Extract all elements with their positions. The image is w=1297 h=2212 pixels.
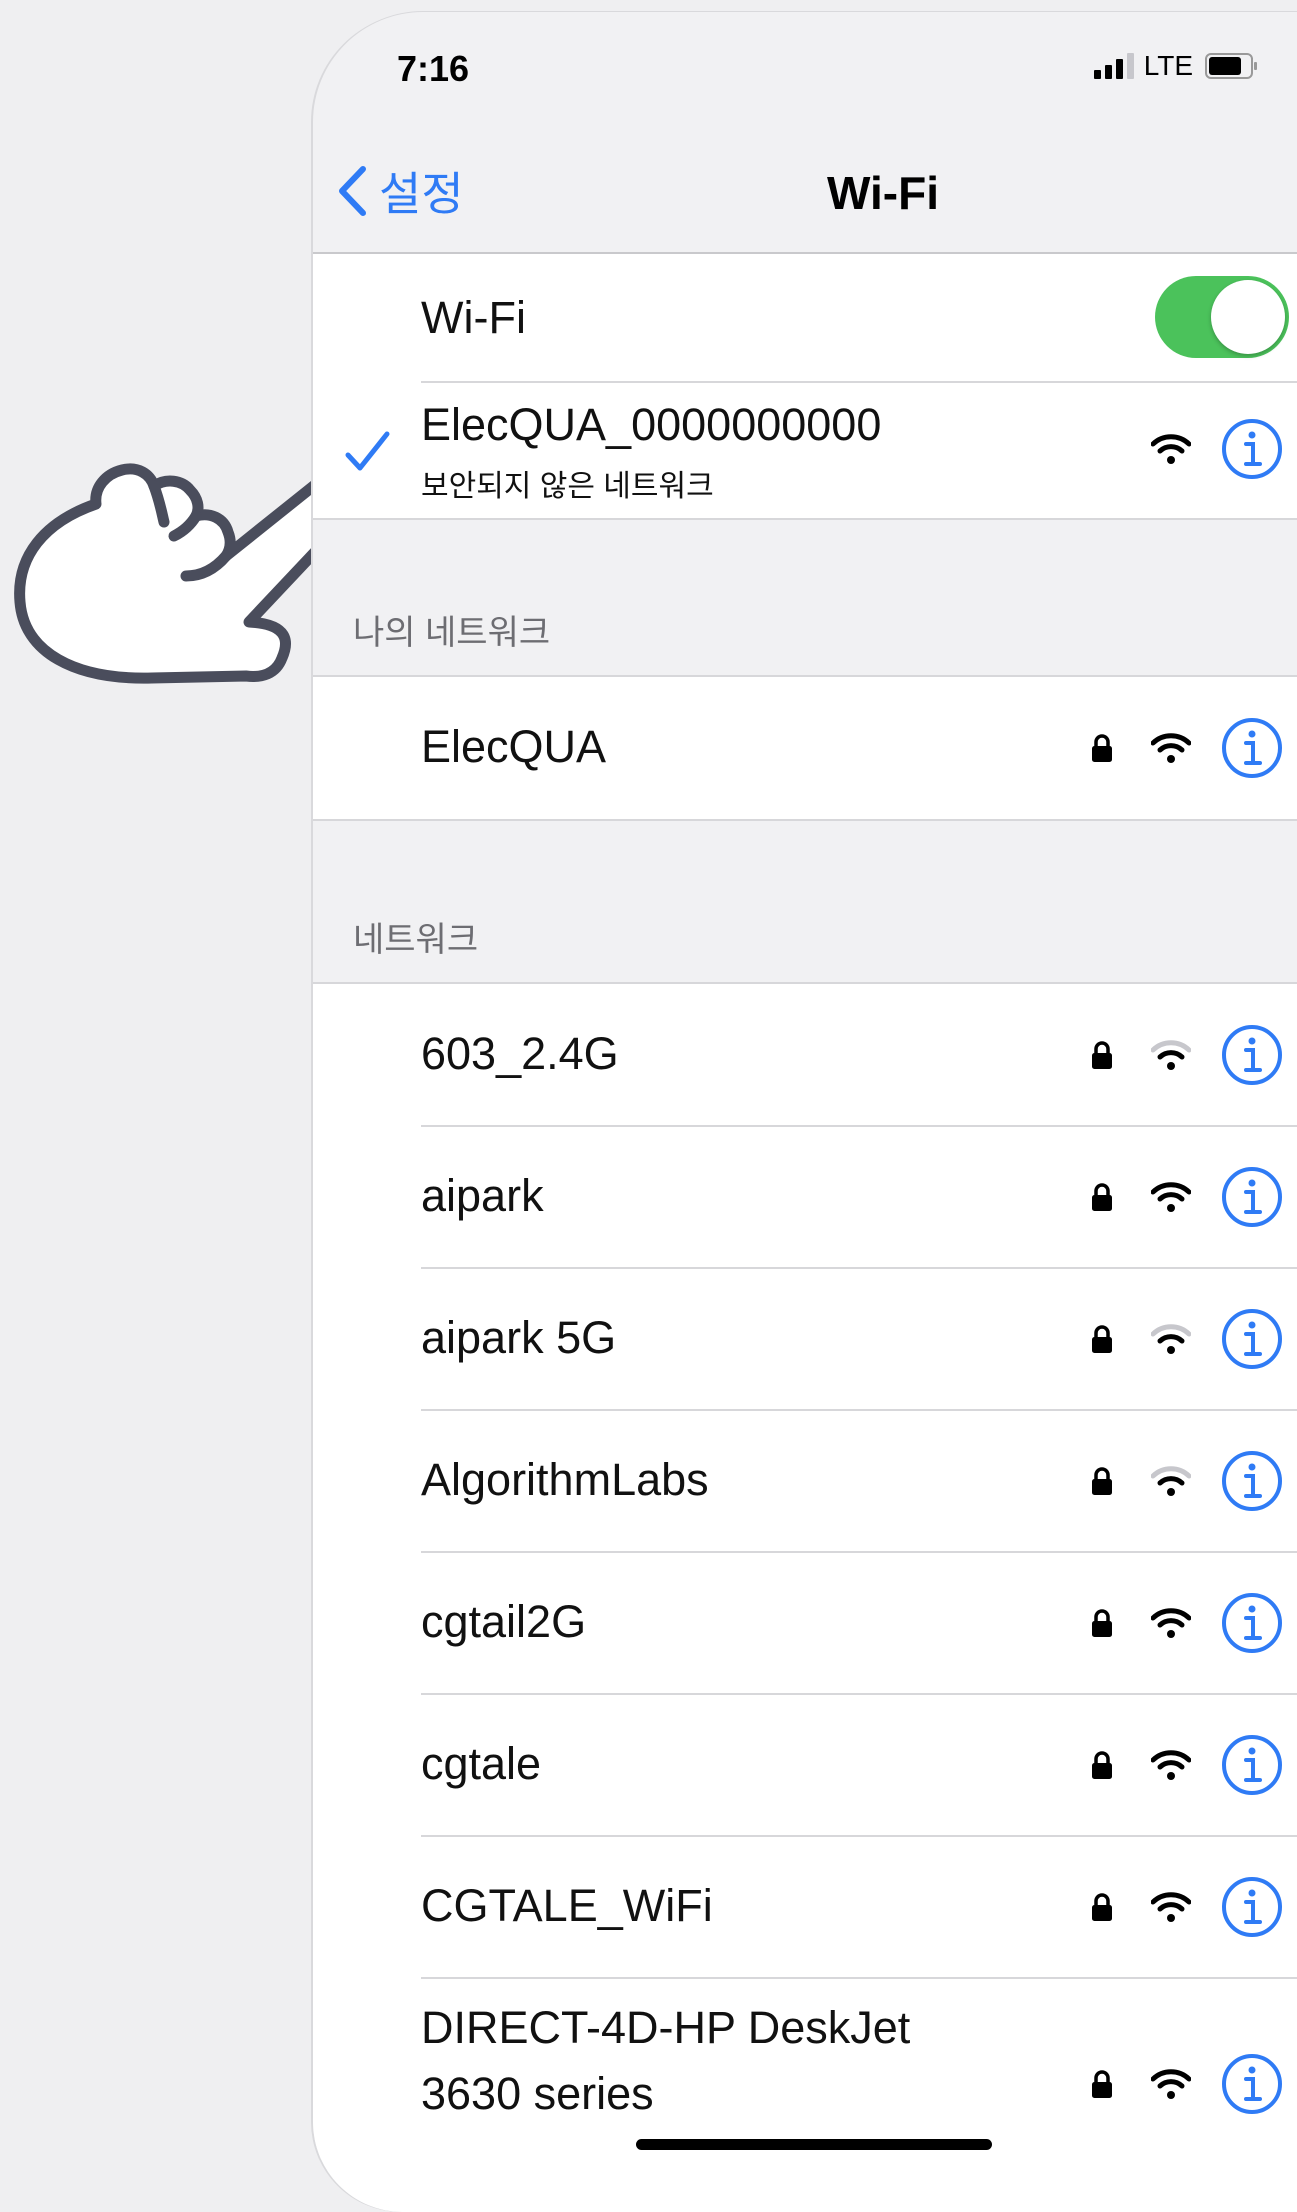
connected-network-row[interactable]: ElecQUA_0000000000 보안되지 않은 네트워크 [313,383,1297,518]
navigation-bar: 설정 Wi-Fi [313,122,1297,254]
status-time: 7:16 [397,48,470,89]
network-type: LTE [1143,50,1193,81]
network-name-line2: 3630 series [421,2068,654,2119]
wifi-signal-icon [1151,1750,1191,1780]
lock-icon [1092,1183,1112,1211]
status-bar: 7:16 LTE [313,12,1297,122]
network-row[interactable]: ElecQUA [313,677,1297,817]
info-icon[interactable] [1221,1734,1283,1796]
network-row-icons [1091,1592,1283,1654]
network-row[interactable]: 603_2.4G [313,984,1297,1126]
connected-network-icons [1151,418,1283,480]
network-name: ElecQUA [421,721,607,772]
wifi-signal-icon [1151,434,1191,464]
info-icon[interactable] [1221,1450,1283,1512]
network-name: 603_2.4G [421,1028,619,1079]
wifi-signal-icon [1151,1608,1191,1638]
network-row[interactable]: cgtail2G [313,1552,1297,1694]
wifi-toggle-row: Wi-Fi [313,254,1297,382]
lock-icon [1092,734,1112,762]
network-name: AlgorithmLabs [421,1454,709,1505]
wifi-signal-icon [1151,2069,1191,2099]
lock-icon [1092,1893,1112,1921]
connected-network-subtitle: 보안되지 않은 네트워크 [421,470,714,503]
wifi-main-group: Wi-Fi ElecQUA_0000000000 보안되지 않은 네트워크 [313,254,1297,520]
network-row-icons [1091,2053,1283,2115]
status-indicators: LTE [1093,50,1257,82]
checkmark-icon [345,431,390,471]
network-row[interactable]: AlgorithmLabs [313,1410,1297,1552]
wifi-signal-icon [1151,1892,1191,1922]
network-name: cgtale [421,1738,542,1789]
network-row[interactable]: aipark [313,1126,1297,1268]
network-name: DIRECT-4D-HP DeskJet [421,2002,911,2053]
info-icon[interactable] [1221,2053,1283,2115]
networks-header: 네트워크 [353,921,479,959]
info-icon[interactable] [1221,717,1283,779]
info-icon[interactable] [1221,418,1283,480]
back-label: 설정 [379,168,464,220]
wifi-toggle-label: Wi-Fi [421,292,526,343]
networks-group: 603_2.4Gaipark aipark 5G AlgorithmLabs cgta… [313,982,1297,2212]
wifi-signal-icon [1151,1324,1191,1354]
info-icon[interactable] [1221,1308,1283,1370]
home-indicator[interactable] [636,2139,992,2150]
network-row[interactable]: CGTALE_WiFi [313,1836,1297,1978]
network-row-icons [1091,1308,1283,1370]
lock-icon [1092,1467,1112,1495]
phone-screen: 7:16 LTE 설정 Wi-Fi Wi-Fi ElecQUA_00000000… [313,12,1297,2212]
wifi-toggle-switch[interactable] [1155,276,1289,358]
info-icon[interactable] [1221,1166,1283,1228]
lock-icon [1092,1041,1112,1069]
lock-icon [1092,1325,1112,1353]
network-row-icons [1091,1450,1283,1512]
page-title: Wi-Fi [827,167,939,219]
wifi-signal-icon [1151,1466,1191,1496]
pointing-hand-icon [14,463,361,684]
chevron-left-icon [339,166,366,216]
network-row[interactable]: aipark 5G [313,1268,1297,1410]
battery-icon [1205,53,1257,79]
network-name: aipark [421,1170,544,1221]
my-networks-header: 나의 네트워크 [353,614,551,652]
my-networks-group: ElecQUA [313,675,1297,821]
network-name: aipark 5G [421,1312,617,1363]
cellular-signal-icon [1093,53,1134,79]
network-row[interactable]: cgtale [313,1694,1297,1836]
network-row-icons [1091,1734,1283,1796]
lock-icon [1092,2070,1112,2098]
network-row[interactable]: DIRECT-4D-HP DeskJet 3630 series [313,1978,1297,2158]
info-icon[interactable] [1221,1592,1283,1654]
wifi-signal-icon [1151,733,1191,763]
back-button[interactable]: 설정 [337,158,464,224]
wifi-signal-icon [1151,1040,1191,1070]
network-row-icons [1091,1166,1283,1228]
lock-icon [1092,1609,1112,1637]
network-row-icons [1091,1024,1283,1086]
network-name: cgtail2G [421,1596,587,1647]
network-row-icons [1091,1876,1283,1938]
wifi-signal-icon [1151,1182,1191,1212]
connected-network-name: ElecQUA_0000000000 [421,399,882,450]
info-icon[interactable] [1221,1024,1283,1086]
lock-icon [1092,1751,1112,1779]
info-icon[interactable] [1221,1876,1283,1938]
network-name: CGTALE_WiFi [421,1880,713,1931]
